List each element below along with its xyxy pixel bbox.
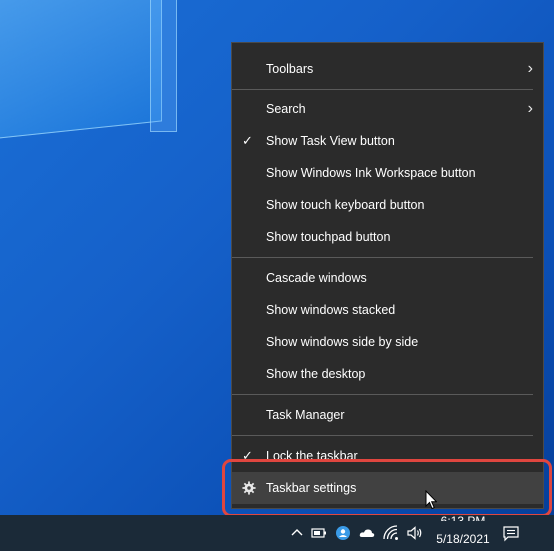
menu-item-windows-side-by-side[interactable]: Show windows side by side	[232, 326, 543, 358]
menu-item-show-touch-keyboard[interactable]: Show touch keyboard button	[232, 189, 543, 221]
menu-item-toolbars[interactable]: Toolbars ›	[232, 53, 543, 85]
windows-logo-pane	[150, 0, 177, 132]
menu-item-search[interactable]: Search ›	[232, 93, 543, 125]
chevron-right-icon: ›	[527, 60, 533, 77]
taskbar-context-menu: Toolbars › Search › ✓ Show Task View but…	[231, 42, 544, 509]
wifi-icon[interactable]	[382, 524, 400, 542]
clock-date: 5/18/2021	[436, 532, 490, 546]
menu-item-task-manager[interactable]: Task Manager	[232, 399, 543, 431]
annotation-highlight-box	[222, 459, 552, 517]
menu-item-label: Show touch keyboard button	[266, 198, 425, 212]
menu-item-label: Task Manager	[266, 408, 345, 422]
battery-icon[interactable]	[310, 524, 328, 542]
clock-time: 6:13 PM	[430, 515, 496, 521]
menu-item-show-touchpad[interactable]: Show touchpad button	[232, 221, 543, 253]
menu-item-cascade-windows[interactable]: Cascade windows	[232, 262, 543, 294]
notifications-icon[interactable]	[502, 524, 520, 542]
mouse-pointer-icon	[425, 490, 437, 510]
menu-item-show-ink-workspace[interactable]: Show Windows Ink Workspace button	[232, 157, 543, 189]
menu-item-label: Show windows side by side	[266, 335, 419, 349]
onedrive-cloud-icon[interactable]	[358, 524, 376, 542]
menu-item-label: Show windows stacked	[266, 303, 396, 317]
menu-item-label: Search	[266, 102, 306, 116]
people-icon[interactable]	[334, 524, 352, 542]
menu-item-show-task-view[interactable]: ✓ Show Task View button	[232, 125, 543, 157]
menu-separator	[232, 394, 533, 395]
menu-item-show-desktop[interactable]: Show the desktop	[232, 358, 543, 390]
menu-separator	[232, 257, 533, 258]
chevron-up-icon[interactable]	[288, 524, 306, 542]
menu-item-label: Cascade windows	[266, 271, 367, 285]
menu-item-windows-stacked[interactable]: Show windows stacked	[232, 294, 543, 326]
windows-logo-pane	[0, 0, 162, 143]
menu-item-label: Toolbars	[266, 62, 314, 76]
volume-icon[interactable]	[406, 524, 424, 542]
menu-separator	[232, 435, 533, 436]
menu-separator	[232, 89, 533, 90]
menu-item-label: Show Task View button	[266, 134, 395, 148]
menu-item-label: Show touchpad button	[266, 230, 391, 244]
check-icon: ✓	[242, 133, 253, 148]
taskbar: 6:13 PM 5/18/2021	[0, 515, 554, 551]
chevron-right-icon: ›	[527, 100, 533, 117]
menu-item-label: Show the desktop	[266, 367, 366, 381]
menu-item-label: Show Windows Ink Workspace button	[266, 166, 476, 180]
